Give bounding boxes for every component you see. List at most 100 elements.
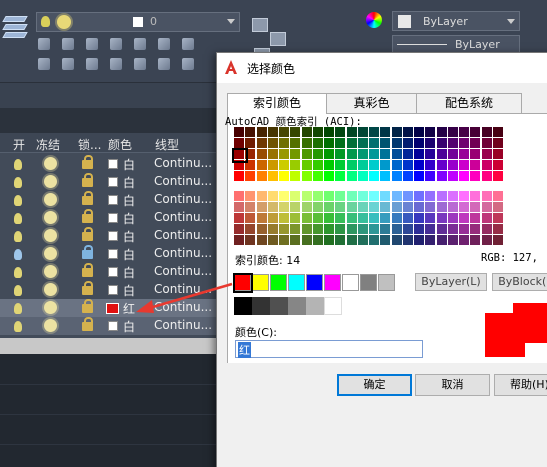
gray-swatch[interactable] xyxy=(288,297,306,315)
aci-swatch[interactable] xyxy=(470,213,481,223)
aci-swatch[interactable] xyxy=(290,127,301,137)
aci-swatch[interactable] xyxy=(447,202,458,212)
aci-swatch[interactable] xyxy=(369,213,379,223)
ok-button[interactable]: 确定 xyxy=(337,374,412,396)
bulb-icon[interactable] xyxy=(14,159,22,170)
aci-swatch[interactable] xyxy=(402,202,413,212)
aci-swatch[interactable] xyxy=(391,138,402,148)
aci-swatch[interactable] xyxy=(312,191,323,201)
layer-tool-icon[interactable] xyxy=(182,38,194,50)
aci-swatch[interactable] xyxy=(414,235,424,245)
layer-linetype[interactable]: Continu... xyxy=(154,282,212,296)
aci-swatch[interactable] xyxy=(357,149,368,159)
aci-swatch[interactable] xyxy=(357,138,368,148)
aci-swatch[interactable] xyxy=(256,138,267,148)
aci-swatch[interactable] xyxy=(436,224,447,234)
aci-swatch[interactable] xyxy=(459,213,469,223)
aci-swatch[interactable] xyxy=(380,171,391,181)
aci-swatch[interactable] xyxy=(267,149,278,159)
aci-swatch[interactable] xyxy=(380,138,391,148)
aci-swatch[interactable] xyxy=(369,224,379,234)
aci-swatch[interactable] xyxy=(492,191,503,201)
aci-swatch[interactable] xyxy=(301,235,312,245)
aci-swatch[interactable] xyxy=(346,202,357,212)
aci-swatch[interactable] xyxy=(245,191,256,201)
aci-swatch[interactable] xyxy=(346,213,357,223)
aci-swatch[interactable] xyxy=(335,171,346,181)
aci-swatch[interactable] xyxy=(267,138,278,148)
aci-swatch[interactable] xyxy=(357,171,368,181)
aci-swatch[interactable] xyxy=(470,202,481,212)
aci-swatch[interactable] xyxy=(290,202,301,212)
aci-swatch[interactable] xyxy=(312,160,323,170)
aci-swatch[interactable] xyxy=(335,224,346,234)
layer-tool-icon[interactable] xyxy=(158,58,170,70)
aci-swatch[interactable] xyxy=(234,138,244,148)
help-button[interactable]: 帮助(H) xyxy=(494,374,547,396)
aci-swatch[interactable] xyxy=(447,213,458,223)
aci-swatch[interactable] xyxy=(335,127,346,137)
aci-swatch[interactable] xyxy=(256,171,267,181)
color-swatch-gray-8[interactable] xyxy=(360,274,377,291)
aci-swatch[interactable] xyxy=(481,171,492,181)
aci-swatch[interactable] xyxy=(436,138,447,148)
aci-swatch[interactable] xyxy=(369,202,379,212)
layer-tool-icon[interactable] xyxy=(182,58,194,70)
lock-icon[interactable] xyxy=(82,191,93,205)
aci-swatch[interactable] xyxy=(256,202,267,212)
aci-swatch[interactable] xyxy=(391,127,402,137)
lock-icon[interactable] xyxy=(82,155,93,169)
horizontal-scrollbar[interactable] xyxy=(0,338,218,354)
aci-swatch[interactable] xyxy=(234,171,244,181)
aci-swatch[interactable] xyxy=(447,224,458,234)
aci-swatch[interactable] xyxy=(335,202,346,212)
layer-tool-icon[interactable] xyxy=(38,58,50,70)
aci-swatch[interactable] xyxy=(267,160,278,170)
aci-swatch[interactable] xyxy=(245,202,256,212)
aci-swatch[interactable] xyxy=(380,213,391,223)
aci-swatch[interactable] xyxy=(481,138,492,148)
aci-swatch[interactable] xyxy=(234,224,244,234)
aci-swatch[interactable] xyxy=(346,127,357,137)
aci-swatch[interactable] xyxy=(459,171,469,181)
aci-swatch[interactable] xyxy=(335,213,346,223)
aci-swatch[interactable] xyxy=(425,202,436,212)
aci-swatch[interactable] xyxy=(279,138,289,148)
color-input[interactable]: 红 xyxy=(235,340,423,358)
aci-swatch[interactable] xyxy=(470,138,481,148)
aci-swatch[interactable] xyxy=(492,127,503,137)
layer-tool-icon[interactable] xyxy=(110,38,122,50)
gray-swatch[interactable] xyxy=(252,297,270,315)
aci-swatch[interactable] xyxy=(335,191,346,201)
aci-swatch[interactable] xyxy=(481,191,492,201)
color-swatch-cyan[interactable] xyxy=(288,274,305,291)
aci-swatch[interactable] xyxy=(391,160,402,170)
gray-swatch[interactable] xyxy=(234,297,252,315)
bulb-icon[interactable] xyxy=(14,231,22,242)
header-linetype[interactable]: 线型 xyxy=(155,136,179,153)
aci-swatch[interactable] xyxy=(414,171,424,181)
aci-swatch[interactable] xyxy=(301,191,312,201)
tab-index-color[interactable]: 索引颜色 xyxy=(227,93,327,114)
aci-swatch[interactable] xyxy=(447,160,458,170)
aci-swatch[interactable] xyxy=(369,171,379,181)
color-swatch-gray-9[interactable] xyxy=(378,274,395,291)
aci-swatch[interactable] xyxy=(492,235,503,245)
header-color[interactable]: 颜色 xyxy=(108,136,132,153)
aci-swatch[interactable] xyxy=(279,149,289,159)
layer-tool-icon[interactable] xyxy=(158,38,170,50)
aci-swatch[interactable] xyxy=(470,224,481,234)
sun-icon[interactable] xyxy=(44,229,57,242)
aci-swatch[interactable] xyxy=(459,202,469,212)
aci-swatch[interactable] xyxy=(245,224,256,234)
aci-swatch[interactable] xyxy=(312,127,323,137)
lock-icon[interactable] xyxy=(82,173,93,187)
aci-swatch[interactable] xyxy=(301,213,312,223)
aci-swatch[interactable] xyxy=(245,213,256,223)
aci-swatch[interactable] xyxy=(447,149,458,159)
aci-swatch[interactable] xyxy=(436,213,447,223)
aci-swatch[interactable] xyxy=(391,224,402,234)
layer-tool-icon[interactable] xyxy=(86,38,98,50)
aci-swatch[interactable] xyxy=(402,171,413,181)
aci-swatch[interactable] xyxy=(414,202,424,212)
